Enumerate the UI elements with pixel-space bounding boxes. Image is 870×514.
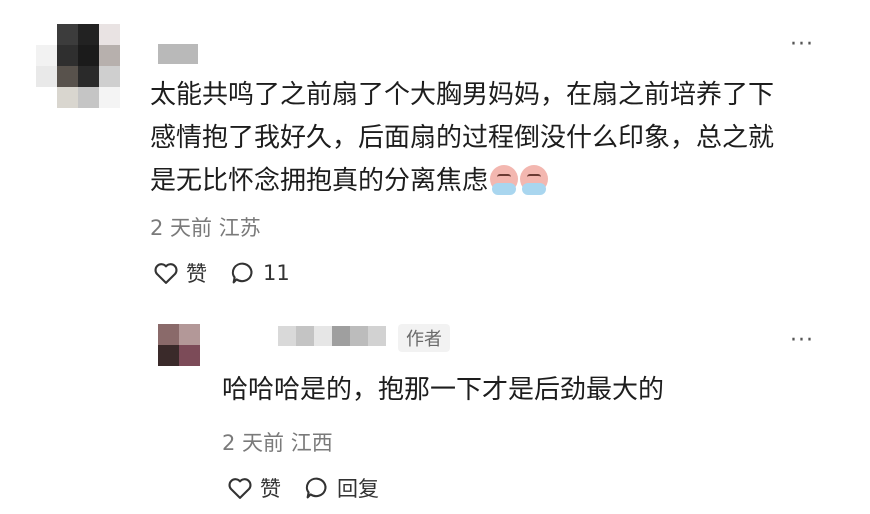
username-blurred[interactable] <box>158 44 198 64</box>
like-button[interactable]: 赞 <box>152 258 207 288</box>
reply-meta: 2 天前 江西 <box>222 431 333 455</box>
heart-icon <box>228 478 252 499</box>
reply-username-blurred[interactable] <box>278 326 386 346</box>
crying-face-icon <box>490 165 519 195</box>
comment-text: 太能共鸣了之前扇了个大胸男妈妈，在扇之前培养了下 感情抱了我好久，后面扇的过程倒… <box>150 74 840 203</box>
reply-more-options-button[interactable]: ··· <box>790 330 814 352</box>
reply-avatar[interactable] <box>158 324 200 366</box>
comment-count: 11 <box>263 261 290 285</box>
author-badge: 作者 <box>398 324 450 352</box>
like-label: 赞 <box>186 262 207 286</box>
comment-line: 太能共鸣了之前扇了个大胸男妈妈，在扇之前培养了下 <box>150 80 775 110</box>
comment-actions: 赞 11 <box>152 258 290 288</box>
comment-bubble-icon <box>231 262 253 284</box>
more-options-button[interactable]: ··· <box>790 34 814 56</box>
comment-button[interactable]: 11 <box>229 259 290 287</box>
heart-icon <box>154 263 178 284</box>
comment-bubble-icon <box>305 477 327 499</box>
crying-face-icon <box>520 165 549 195</box>
comment-meta: 2 天前 江苏 <box>150 216 261 240</box>
reply-button[interactable]: 回复 <box>303 473 379 503</box>
reply-label: 回复 <box>337 477 379 501</box>
reply-like-button[interactable]: 赞 <box>226 473 281 503</box>
reply-like-label: 赞 <box>260 477 281 501</box>
comment-line: 感情抱了我好久，后面扇的过程倒没什么印象，总之就 <box>150 123 775 153</box>
comment-line-last: 是无比怀念拥抱真的分离焦虑 <box>150 160 840 203</box>
avatar[interactable] <box>36 24 120 108</box>
reply-text: 哈哈哈是的，抱那一下才是后劲最大的 <box>222 375 665 405</box>
reply-actions: 赞 回复 <box>226 473 379 503</box>
